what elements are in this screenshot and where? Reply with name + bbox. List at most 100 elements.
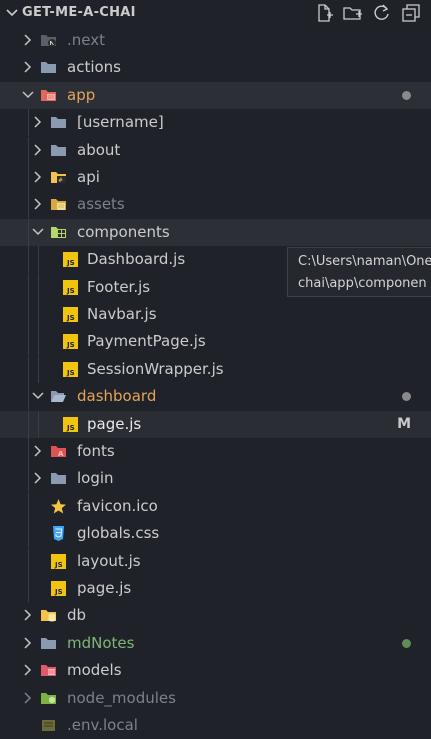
svg-text:JS: JS xyxy=(66,341,75,349)
tree-item-about[interactable]: about xyxy=(0,136,431,164)
tree-item-label: page.js xyxy=(77,579,132,597)
tree-item-dashboard-page-js[interactable]: JS page.js M xyxy=(0,410,431,438)
next-folder-icon xyxy=(41,35,56,47)
tree-item-label: page.js xyxy=(87,414,142,433)
tree-item-mdnotes[interactable]: mdNotes xyxy=(0,630,431,657)
folder-icon xyxy=(41,62,56,74)
js-file-icon: JS xyxy=(63,416,78,432)
tree-item-models[interactable]: models xyxy=(0,657,431,684)
chevron-right-icon xyxy=(34,171,42,183)
components-folder-icon xyxy=(51,226,66,238)
new-folder-icon[interactable] xyxy=(343,3,363,23)
indent-guide xyxy=(28,355,29,383)
chevron-right-icon xyxy=(24,664,32,676)
tree-item-label: PaymentPage.js xyxy=(87,332,206,351)
git-status-badge: M xyxy=(397,415,411,432)
indent-guide xyxy=(28,136,29,164)
indent-guide xyxy=(28,520,29,548)
tree-item-db[interactable]: db xyxy=(0,602,431,629)
indent-guide xyxy=(28,191,29,219)
tree-item-dashboard[interactable]: dashboard xyxy=(0,383,431,411)
tree-item-label: globals.css xyxy=(77,524,160,543)
indent-guide xyxy=(28,164,29,191)
indent-guide xyxy=(28,383,29,411)
indent-guide xyxy=(28,301,29,328)
js-file-icon: JS xyxy=(63,279,78,295)
tree-item-label: actions xyxy=(67,58,121,77)
tree-item-label: about xyxy=(77,140,121,159)
indent-guide xyxy=(28,438,29,465)
tooltip-line: chai\app\componen xyxy=(298,276,427,291)
tree-item-label: login xyxy=(77,469,114,488)
folder-icon xyxy=(41,637,56,649)
svg-text:A: A xyxy=(58,450,64,458)
tooltip-line: C:\Users\naman\One xyxy=(298,254,431,269)
tree-item-label: models xyxy=(67,661,122,680)
tree-item-label: Footer.js xyxy=(87,277,151,296)
indent-guide xyxy=(38,410,39,438)
chevron-right-icon xyxy=(24,34,32,46)
indent-guide xyxy=(28,575,29,602)
indent-guide xyxy=(28,109,29,137)
tree-item-layout-js[interactable]: JS layout.js xyxy=(0,547,431,575)
indent-guide xyxy=(28,218,29,246)
svg-text:JS: JS xyxy=(54,561,63,569)
chevron-right-icon xyxy=(24,692,32,704)
indent-guide xyxy=(38,273,39,301)
chevron-down-icon xyxy=(32,392,44,400)
tree-item-globals-css[interactable]: globals.css xyxy=(0,520,431,548)
tree-item-app-page-js[interactable]: JS page.js xyxy=(0,575,431,602)
tree-item-api[interactable]: # api xyxy=(0,164,431,191)
tree-item-label: dashboard xyxy=(77,387,157,406)
indent-guide xyxy=(28,410,29,438)
chevron-down-icon xyxy=(32,228,44,235)
tree-item-actions[interactable]: actions xyxy=(0,54,431,81)
env-file-icon xyxy=(42,720,55,731)
svg-text:JS: JS xyxy=(54,588,63,596)
app-folder-icon xyxy=(41,89,56,101)
tree-item-components[interactable]: components xyxy=(0,218,431,246)
explorer-title: GET-ME-A-CHAI xyxy=(22,5,136,20)
tree-item-label: Navbar.js xyxy=(87,305,157,323)
chevron-right-icon xyxy=(34,198,42,210)
chevron-right-icon xyxy=(24,61,32,73)
node-folder-icon xyxy=(41,692,56,704)
models-folder-icon xyxy=(41,665,56,677)
tree-item-label: assets xyxy=(77,195,125,214)
tree-item-fonts[interactable]: A fonts xyxy=(0,438,431,465)
indent-guide xyxy=(28,246,29,274)
collapse-all-icon[interactable] xyxy=(401,3,421,23)
tree-item-navbar-js[interactable]: JS Navbar.js xyxy=(0,301,431,328)
tree-item-label: node_modules xyxy=(67,688,176,707)
chevron-down-icon[interactable] xyxy=(4,4,20,22)
tree-item-assets[interactable]: assets xyxy=(0,191,431,219)
tree-item-label: .env.local xyxy=(67,716,138,734)
tree-item-login[interactable]: login xyxy=(0,465,431,493)
tree-item-label: mdNotes xyxy=(67,633,135,652)
js-file-icon: JS xyxy=(63,334,78,350)
tree-item-sessionwrapper-js[interactable]: JS SessionWrapper.js xyxy=(0,355,431,383)
tree-item-favicon[interactable]: favicon.ico xyxy=(0,492,431,520)
db-folder-icon xyxy=(41,610,56,622)
tree-item-env-local[interactable]: .env.local xyxy=(0,712,431,739)
assets-folder-icon xyxy=(51,199,66,211)
refresh-icon[interactable] xyxy=(372,3,392,23)
tree-item-next[interactable]: .next xyxy=(0,27,431,54)
chevron-right-icon xyxy=(34,472,42,484)
tree-item-paymentpage-js[interactable]: JS PaymentPage.js xyxy=(0,328,431,356)
indent-guide xyxy=(28,492,29,520)
js-file-icon: JS xyxy=(63,252,78,268)
indent-guide xyxy=(38,355,39,383)
tree-item-app[interactable]: app xyxy=(0,81,431,109)
folder-icon xyxy=(51,117,66,129)
tree-item-label: layout.js xyxy=(77,551,141,570)
tree-item-label: db xyxy=(67,606,87,625)
js-file-icon: JS xyxy=(51,581,66,596)
indent-guide xyxy=(28,465,29,493)
tree-item-username[interactable]: [username] xyxy=(0,109,431,137)
chevron-right-icon xyxy=(24,637,32,649)
tree-item-node-modules[interactable]: node_modules xyxy=(0,685,431,712)
open-folder-icon xyxy=(51,391,66,403)
new-file-icon[interactable] xyxy=(314,3,334,23)
indent-guide xyxy=(38,328,39,356)
